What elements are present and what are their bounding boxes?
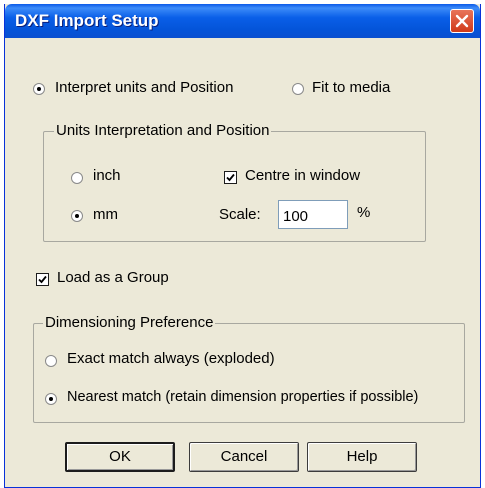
dialog-window: DXF Import Setup Interpret units and Pos… — [4, 4, 481, 488]
exact-match-radio[interactable] — [45, 355, 57, 367]
title-bar[interactable]: DXF Import Setup — [5, 4, 480, 38]
exact-match-label: Exact match always (exploded) — [67, 350, 275, 367]
centre-in-window-label: Centre in window — [245, 167, 361, 184]
close-icon — [455, 14, 469, 28]
mm-label: mm — [93, 206, 118, 223]
dimensioning-legend: Dimensioning Preference — [43, 314, 216, 331]
inch-label: inch — [93, 167, 121, 184]
scale-unit-label: % — [357, 204, 371, 221]
mm-radio[interactable] — [71, 210, 83, 222]
units-groupbox — [43, 131, 426, 242]
fit-to-media-radio[interactable] — [292, 83, 304, 95]
scale-label: Scale: — [219, 206, 261, 223]
nearest-match-label: Nearest match (retain dimension properti… — [67, 389, 419, 405]
load-as-group-label: Load as a Group — [57, 269, 169, 286]
check-icon — [38, 275, 47, 284]
interpret-units-label: Interpret units and Position — [55, 79, 234, 96]
load-as-group-checkbox[interactable] — [36, 273, 49, 286]
dialog-title: DXF Import Setup — [15, 11, 159, 30]
centre-in-window-checkbox[interactable] — [224, 171, 237, 184]
units-group-legend: Units Interpretation and Position — [54, 122, 272, 139]
cancel-button[interactable]: Cancel — [189, 442, 299, 472]
close-button[interactable] — [450, 9, 474, 33]
help-button[interactable]: Help — [307, 442, 417, 472]
check-icon — [226, 173, 235, 182]
dimensioning-groupbox — [33, 323, 465, 423]
nearest-match-radio[interactable] — [45, 393, 57, 405]
scale-input[interactable] — [278, 200, 348, 229]
fit-to-media-label: Fit to media — [312, 79, 391, 96]
inch-radio[interactable] — [71, 172, 83, 184]
ok-button[interactable]: OK — [65, 442, 175, 472]
interpret-units-radio[interactable] — [33, 83, 45, 95]
